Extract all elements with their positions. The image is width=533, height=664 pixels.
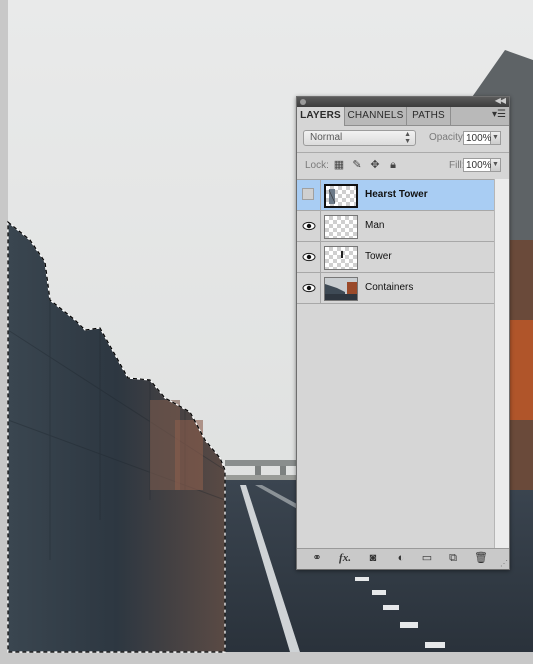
select-updown-icon: ▲ ▼	[404, 131, 411, 145]
panel-titlebar[interactable]: ◀◀	[297, 96, 509, 107]
new-layer-icon[interactable]: ⧉	[445, 551, 461, 565]
layers-panel: ◀◀ LAYERS CHANNELS PATHS ▾☰ Normal ▲ ▼ Op…	[296, 96, 510, 570]
panel-menu-icon[interactable]: ▾☰	[492, 109, 506, 120]
visibility-toggle[interactable]	[297, 242, 321, 272]
layer-row-containers[interactable]: Containers	[297, 273, 494, 304]
layers-bottom-toolbar: ⚭ fx. ◙ ◐ ▭ ⧉ 🗑︎ ⋰	[297, 548, 509, 569]
layer-thumbnail	[324, 215, 358, 239]
adjustment-layer-icon[interactable]: ◐	[393, 551, 409, 565]
close-panel-icon[interactable]	[300, 99, 306, 105]
lock-transparency-icon[interactable]: ▦	[333, 159, 345, 171]
lock-label: Lock:	[305, 160, 329, 171]
fill-dropdown-icon[interactable]: ▼	[491, 158, 501, 172]
layer-name[interactable]: Containers	[365, 282, 413, 293]
panel-tabs: LAYERS CHANNELS PATHS ▾☰	[297, 107, 509, 126]
link-layers-icon[interactable]: ⚭	[309, 551, 325, 565]
trash-icon[interactable]: 🗑︎	[473, 551, 489, 565]
add-mask-icon[interactable]: ◙	[365, 551, 381, 565]
layer-name[interactable]: Tower	[365, 251, 392, 262]
layer-row-hearst-tower[interactable]: Hearst Tower	[297, 180, 494, 211]
layer-row-tower[interactable]: Tower	[297, 242, 494, 273]
opacity-label: Opacity:	[429, 132, 466, 143]
fx-icon[interactable]: fx.	[337, 551, 353, 565]
layer-thumbnail	[324, 277, 358, 301]
eye-icon	[302, 252, 316, 262]
visibility-toggle[interactable]	[297, 211, 321, 241]
resize-grip-icon[interactable]: ⋰	[500, 559, 508, 568]
eye-icon	[302, 221, 316, 231]
hidden-eye-icon	[302, 188, 314, 200]
blend-mode-value: Normal	[310, 132, 343, 143]
divider	[297, 152, 509, 153]
fill-field[interactable]: 100%	[463, 158, 492, 172]
opacity-field[interactable]: 100%	[463, 131, 492, 145]
lock-all-padlock-icon[interactable]: 🔒︎	[387, 159, 399, 171]
blend-mode-select[interactable]: Normal ▲ ▼	[303, 130, 416, 146]
tab-layers[interactable]: LAYERS	[297, 107, 345, 126]
layer-row-man[interactable]: Man	[297, 211, 494, 242]
layer-thumbnail	[324, 246, 358, 270]
lock-position-move-icon[interactable]: ✥	[369, 159, 381, 171]
new-group-folder-icon[interactable]: ▭	[419, 551, 435, 565]
layers-list: Hearst Tower Man Tower Containers	[297, 179, 494, 550]
eye-icon	[302, 283, 316, 293]
visibility-toggle[interactable]	[297, 273, 321, 303]
layers-scrollbar[interactable]	[494, 179, 509, 549]
visibility-toggle[interactable]	[297, 180, 321, 210]
layer-thumbnail	[324, 184, 358, 208]
tab-channels[interactable]: CHANNELS	[345, 107, 407, 125]
lock-pixels-brush-icon[interactable]: ✎	[351, 159, 363, 171]
collapse-panel-icon[interactable]: ◀◀	[495, 96, 506, 105]
layer-name[interactable]: Man	[365, 220, 384, 231]
opacity-dropdown-icon[interactable]: ▼	[491, 131, 501, 145]
tab-paths[interactable]: PATHS	[407, 107, 451, 125]
layer-name[interactable]: Hearst Tower	[365, 189, 428, 200]
